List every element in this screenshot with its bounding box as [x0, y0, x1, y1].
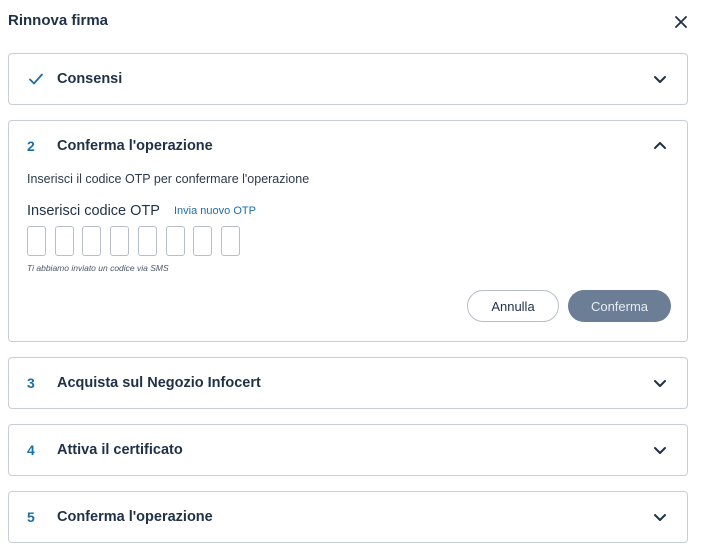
close-icon [675, 16, 687, 28]
otp-digit-input[interactable] [110, 226, 130, 256]
sms-note: Ti abbiamo inviato un codice via SMS [27, 263, 169, 273]
step-5-header[interactable]: 5 Conferma l'operazione [9, 492, 687, 542]
step-label: Consensi [57, 71, 123, 87]
otp-digit-input[interactable] [137, 226, 157, 256]
cancel-button[interactable]: Annulla [467, 290, 559, 322]
step-label: Attiva il certificato [57, 442, 183, 458]
step-number: 2 [27, 138, 35, 154]
dialog-title: Rinnova firma [8, 12, 109, 29]
check-icon [29, 73, 43, 85]
chevron-up-icon [654, 142, 666, 149]
otp-label: Inserisci codice OTP [27, 203, 160, 219]
step-number: 5 [27, 509, 35, 525]
step-number: 3 [27, 375, 35, 391]
chevron-down-icon [654, 514, 666, 521]
step-consensi-header[interactable]: Consensi [9, 54, 687, 104]
step-label: Conferma l'operazione [57, 138, 213, 154]
otp-digit-input[interactable] [82, 226, 102, 256]
step-4-panel: 4 Attiva il certificato [8, 424, 688, 476]
otp-digit-input[interactable] [27, 226, 46, 256]
chevron-down-icon [654, 447, 666, 454]
step-3-header[interactable]: 3 Acquista sul Negozio Infocert [9, 358, 687, 408]
otp-digit-input[interactable] [54, 226, 74, 256]
otp-description: Inserisci il codice OTP per confermare l… [27, 172, 310, 186]
chevron-down-icon [654, 380, 666, 387]
step-2-panel: 2 Conferma l'operazione Inserisci il cod… [8, 120, 688, 342]
step-3-panel: 3 Acquista sul Negozio Infocert [8, 357, 688, 409]
otp-digit-input[interactable] [165, 226, 185, 256]
step-consensi-panel: Consensi [8, 53, 688, 105]
otp-digit-input[interactable] [193, 226, 213, 256]
step-label: Acquista sul Negozio Infocert [57, 375, 261, 391]
step-4-header[interactable]: 4 Attiva il certificato [9, 425, 687, 475]
close-button[interactable] [671, 12, 691, 32]
step-number: 4 [27, 442, 35, 458]
resend-otp-link[interactable]: Invia nuovo OTP [174, 205, 256, 217]
step-5-panel: 5 Conferma l'operazione [8, 491, 688, 543]
step-label: Conferma l'operazione [57, 509, 213, 525]
otp-digit-input[interactable] [220, 226, 240, 256]
confirm-button[interactable]: Conferma [568, 290, 671, 322]
chevron-down-icon [654, 76, 666, 83]
step-2-header[interactable]: 2 Conferma l'operazione [9, 121, 687, 171]
